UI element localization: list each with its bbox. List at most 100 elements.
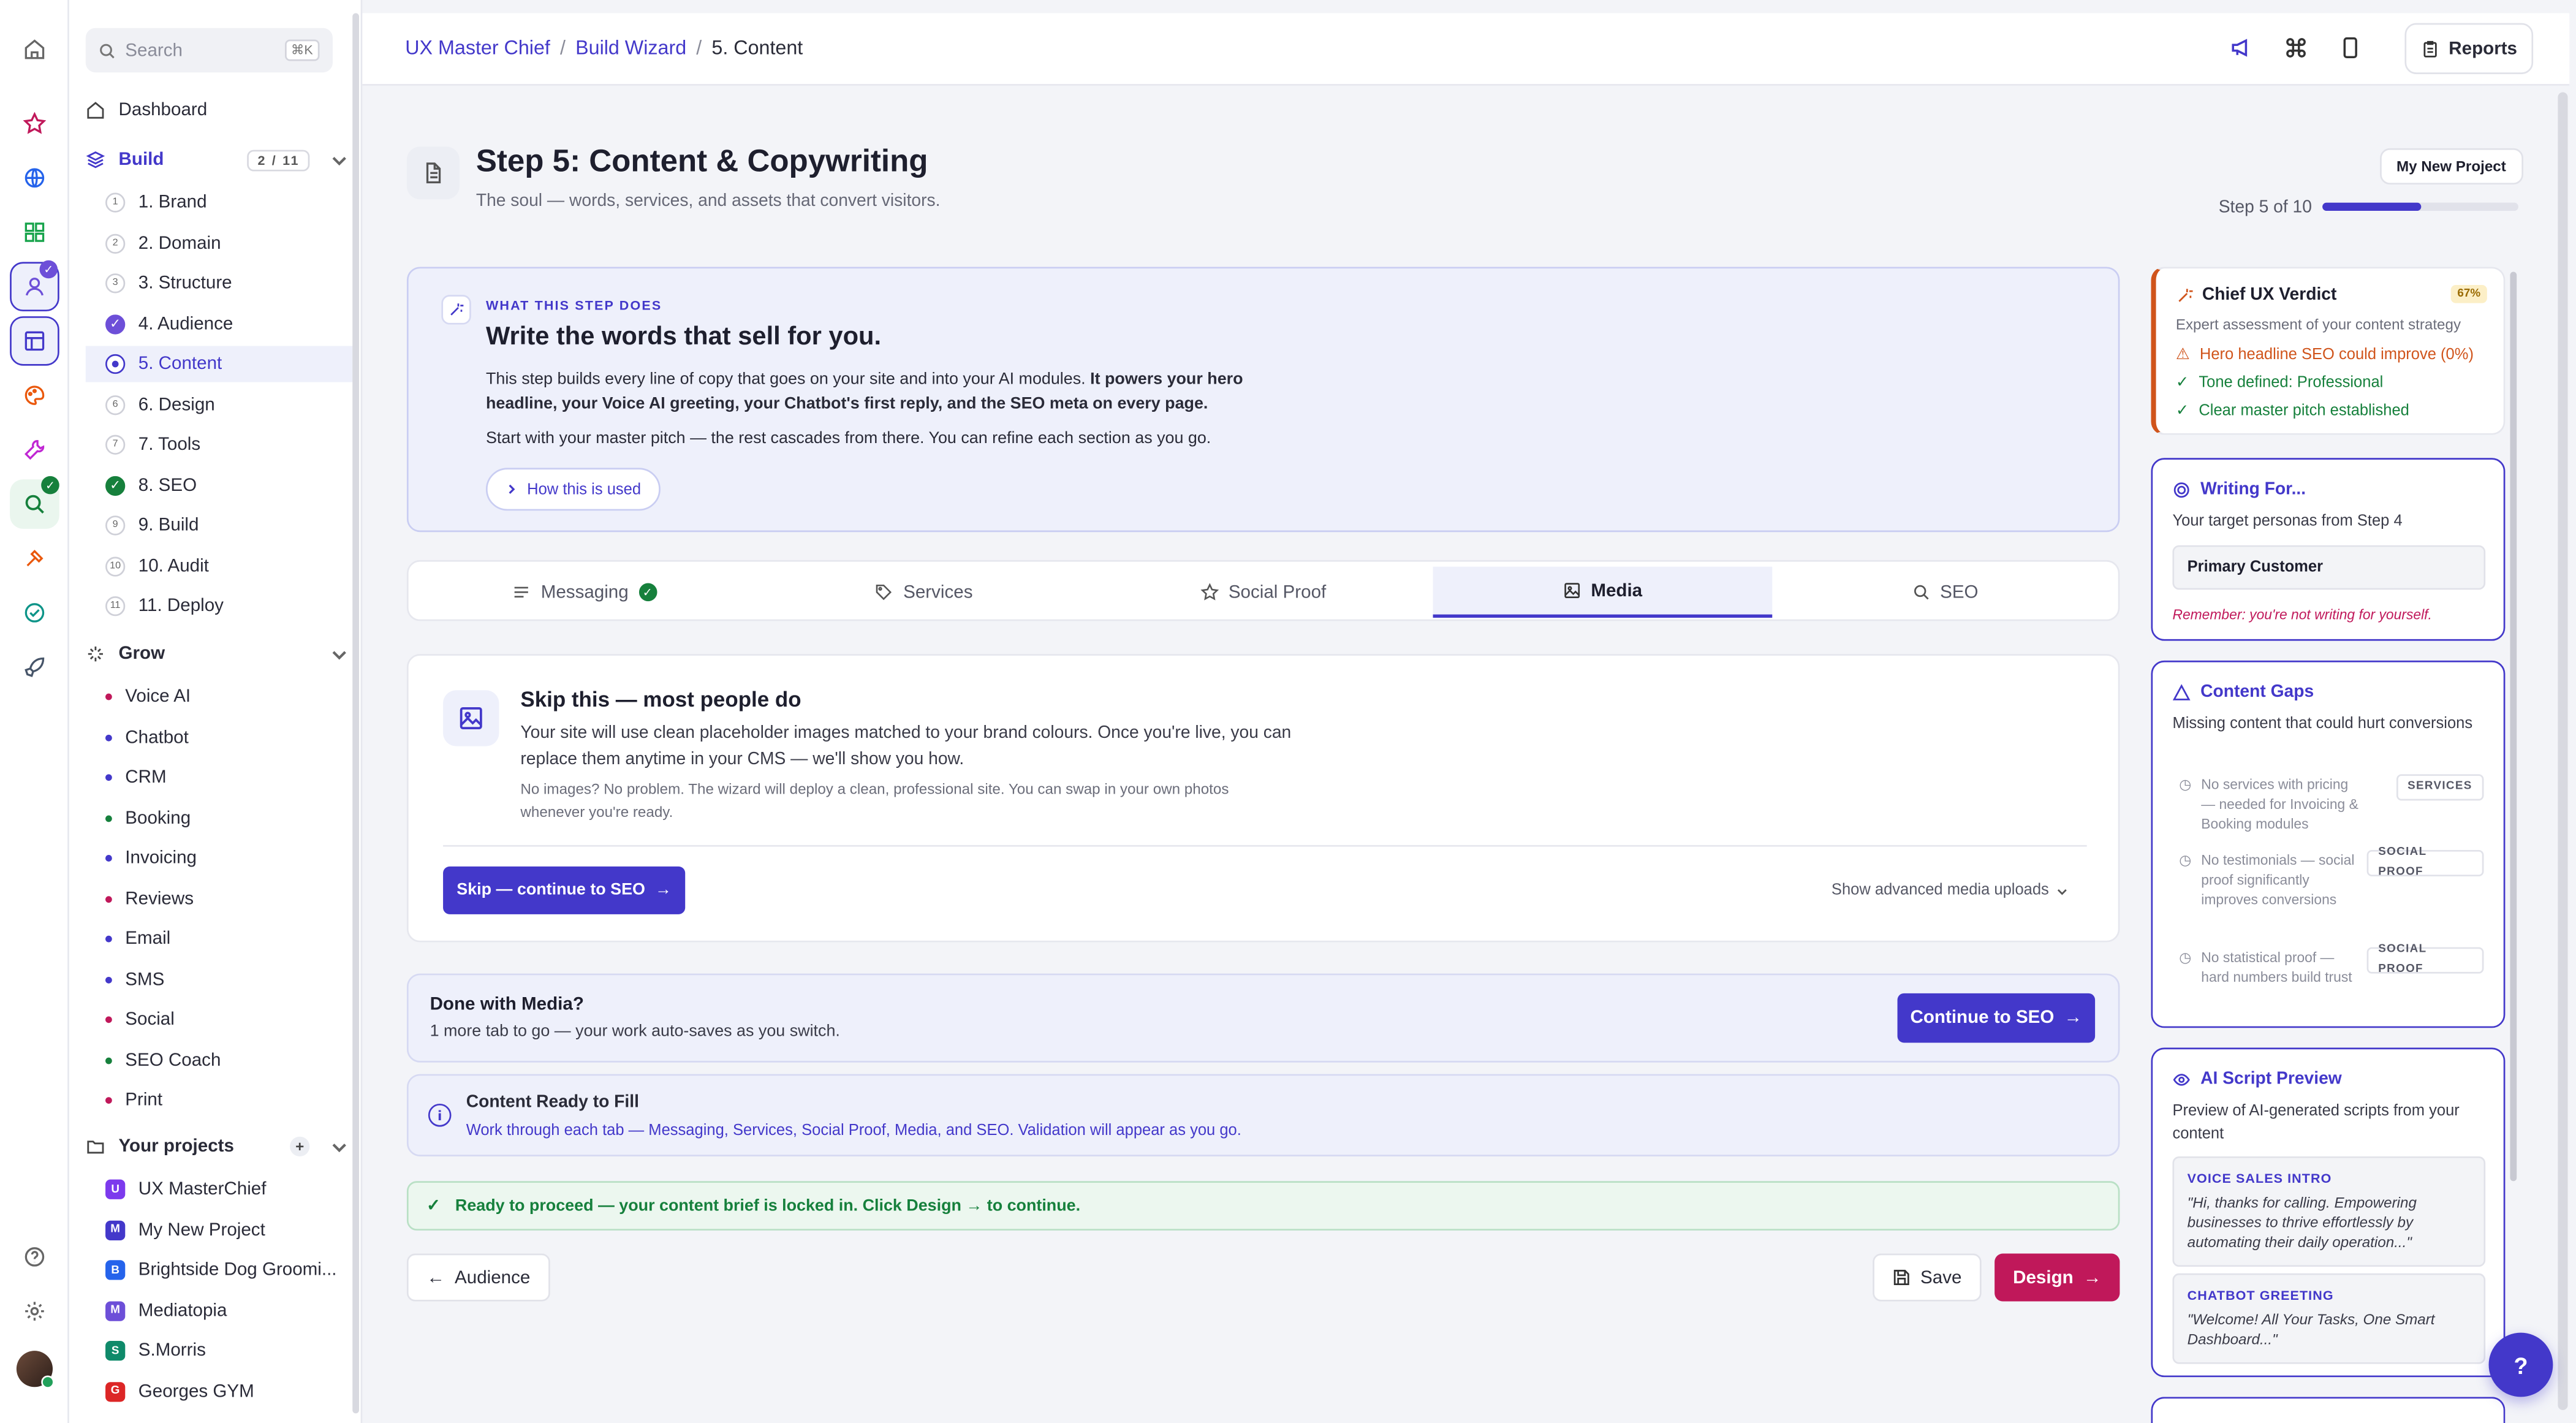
sidebar-item-label: Chatbot bbox=[125, 727, 189, 747]
content-icon[interactable] bbox=[10, 316, 59, 366]
sidebar-item-crm[interactable]: CRM bbox=[105, 759, 352, 795]
sidebar-item-label: CRM bbox=[125, 767, 167, 787]
sidebar-item-email[interactable]: Email bbox=[105, 921, 352, 957]
script-body: "Welcome! All Your Tasks, One Smart Dash… bbox=[2187, 1311, 2435, 1348]
tab-seo[interactable]: SEO bbox=[1776, 567, 2115, 618]
sidebar-item-chatbot[interactable]: Chatbot bbox=[105, 719, 352, 755]
sidebar-item-social[interactable]: Social bbox=[105, 1001, 352, 1038]
project-item[interactable]: U UX MasterChief bbox=[105, 1171, 352, 1207]
info-icon: i bbox=[428, 1103, 452, 1127]
breadcrumb-build-wizard[interactable]: Build Wizard bbox=[575, 36, 686, 59]
script-card[interactable]: VOICE SALES INTRO "Hi, thanks for callin… bbox=[2172, 1156, 2486, 1267]
add-project-button[interactable]: + bbox=[290, 1136, 310, 1156]
grid-icon[interactable] bbox=[10, 208, 59, 257]
palette-icon[interactable] bbox=[10, 371, 59, 420]
sidebar-step-2[interactable]: 2 2. Domain bbox=[86, 225, 349, 261]
advanced-media-toggle[interactable]: Show advanced media uploads bbox=[1832, 881, 2069, 900]
writing-subtitle: Your target personas from Step 4 bbox=[2172, 512, 2403, 531]
audit-icon[interactable] bbox=[10, 588, 59, 638]
sidebar-item-booking[interactable]: Booking bbox=[105, 800, 352, 836]
tools-icon[interactable] bbox=[10, 425, 59, 474]
gap-item: ◷ No services with pricing — needed for … bbox=[2179, 774, 2484, 833]
tab-media[interactable]: Media bbox=[1433, 566, 1773, 618]
sidebar-item-sms[interactable]: SMS bbox=[105, 961, 352, 997]
target-icon bbox=[2173, 481, 2189, 497]
project-item[interactable]: M Mediatopia bbox=[105, 1292, 352, 1329]
sidebar-step-5[interactable]: 5. Content bbox=[85, 346, 353, 382]
breadcrumb-separator: / bbox=[559, 36, 566, 59]
project-item[interactable]: S S.Morris bbox=[105, 1333, 352, 1369]
settings-icon[interactable] bbox=[10, 1286, 59, 1336]
project-item[interactable]: B Brightside Dog Groomi... bbox=[105, 1252, 352, 1288]
tab-messaging[interactable]: Messaging ✓ bbox=[415, 567, 754, 618]
search-input[interactable]: Search ⌘K bbox=[85, 28, 333, 73]
sidebar-scrollbar[interactable] bbox=[352, 13, 359, 1414]
step-number: 1 bbox=[105, 192, 126, 213]
save-button[interactable]: Save bbox=[1873, 1253, 1982, 1302]
chevron-down-icon bbox=[2057, 888, 2067, 895]
project-item[interactable]: M My New Project bbox=[105, 1212, 352, 1248]
project-item[interactable]: G Georges GYM bbox=[105, 1373, 352, 1409]
sidebar-item-invoicing[interactable]: Invoicing bbox=[105, 840, 352, 876]
sidebar-step-1[interactable]: 1 1. Brand bbox=[86, 184, 349, 221]
sidebar-item-reviews[interactable]: Reviews bbox=[105, 881, 352, 917]
tab-social-proof[interactable]: Social Proof bbox=[1094, 567, 1433, 618]
main-scrollbar[interactable] bbox=[2558, 92, 2568, 1410]
star-icon[interactable] bbox=[10, 99, 59, 148]
how-this-is-used-button[interactable]: How this is used bbox=[485, 468, 661, 511]
home-icon[interactable] bbox=[10, 25, 59, 74]
sidebar-step-7[interactable]: 7 7. Tools bbox=[86, 427, 349, 463]
continue-to-seo-button[interactable]: Continue to SEO → bbox=[1897, 993, 2096, 1043]
chevron-down-icon[interactable] bbox=[330, 1137, 349, 1156]
sidebar-group-grow[interactable]: Grow bbox=[86, 636, 349, 672]
sidebar-step-3[interactable]: 3 3. Structure bbox=[86, 265, 349, 302]
globe-icon[interactable] bbox=[10, 153, 59, 203]
gaps-title: Content Gaps bbox=[2172, 682, 2314, 702]
document-icon bbox=[406, 146, 460, 200]
chevron-down-icon[interactable] bbox=[330, 644, 349, 664]
user-icon[interactable]: ✓ bbox=[10, 260, 59, 312]
rocket-icon[interactable] bbox=[10, 642, 59, 692]
hammer-icon[interactable] bbox=[10, 534, 59, 583]
command-icon[interactable] bbox=[2281, 33, 2311, 63]
megaphone-icon[interactable] bbox=[2227, 33, 2256, 63]
gap-tag[interactable]: SOCIAL PROOF bbox=[2366, 847, 2484, 878]
gap-tag[interactable]: SOCIAL PROOF bbox=[2366, 944, 2484, 975]
sidebar-step-11[interactable]: 11 11. Deploy bbox=[86, 588, 349, 624]
sidebar-step-9[interactable]: 9 9. Build bbox=[86, 507, 349, 544]
persona-chip[interactable]: Primary Customer bbox=[2172, 545, 2486, 590]
script-card[interactable]: CHATBOT GREETING "Welcome! All Your Task… bbox=[2172, 1273, 2486, 1364]
sidebar-step-6[interactable]: 6 6. Design bbox=[86, 386, 349, 422]
search-icon[interactable]: ✓ bbox=[10, 476, 59, 529]
tab-services[interactable]: Services bbox=[754, 567, 1094, 618]
sidebar-step-10[interactable]: 10 10. Audit bbox=[86, 548, 349, 584]
avatar[interactable] bbox=[16, 1351, 55, 1389]
alert-triangle-icon bbox=[2172, 683, 2191, 700]
status-dot bbox=[105, 693, 112, 700]
back-to-audience-button[interactable]: ← Audience bbox=[406, 1253, 550, 1302]
project-chip[interactable]: My New Project bbox=[2380, 148, 2523, 185]
breadcrumb-root[interactable]: UX Master Chief bbox=[405, 36, 550, 59]
sidebar-item-seo-coach[interactable]: SEO Coach bbox=[105, 1042, 352, 1078]
sidebar-group-label: Build bbox=[118, 150, 164, 170]
skip-to-seo-button[interactable]: Skip — continue to SEO → bbox=[443, 866, 686, 914]
step-number: 10 bbox=[105, 556, 126, 576]
verdict-item-ok: ✓ Tone defined: Professional bbox=[2176, 374, 2384, 392]
mobile-icon[interactable] bbox=[2336, 33, 2365, 63]
sidebar-step-4[interactable]: ✓ 4. Audience bbox=[86, 306, 349, 342]
gap-tag[interactable]: SERVICES bbox=[2396, 774, 2484, 801]
progress-count: 2 / 11 bbox=[248, 149, 310, 171]
sidebar-item-print[interactable]: Print bbox=[105, 1082, 352, 1118]
help-circle-icon[interactable] bbox=[10, 1232, 59, 1282]
sidebar-group-build[interactable]: Build 2 / 11 bbox=[86, 142, 349, 178]
sidebar-step-8[interactable]: ✓ 8. SEO bbox=[86, 467, 349, 503]
sidebar-item-dashboard[interactable]: Dashboard bbox=[86, 93, 349, 129]
next-design-button[interactable]: Design → bbox=[1995, 1253, 2120, 1302]
reports-button[interactable]: Reports bbox=[2404, 23, 2534, 74]
right-panel-scrollbar[interactable] bbox=[2510, 271, 2517, 1182]
sidebar-group-projects[interactable]: Your projects + bbox=[86, 1128, 349, 1164]
sidebar-item-voice-ai[interactable]: Voice AI bbox=[105, 678, 352, 715]
sidebar-item-label: Print bbox=[125, 1090, 163, 1110]
help-button[interactable]: ? bbox=[2488, 1332, 2553, 1397]
chevron-down-icon[interactable] bbox=[330, 150, 349, 170]
